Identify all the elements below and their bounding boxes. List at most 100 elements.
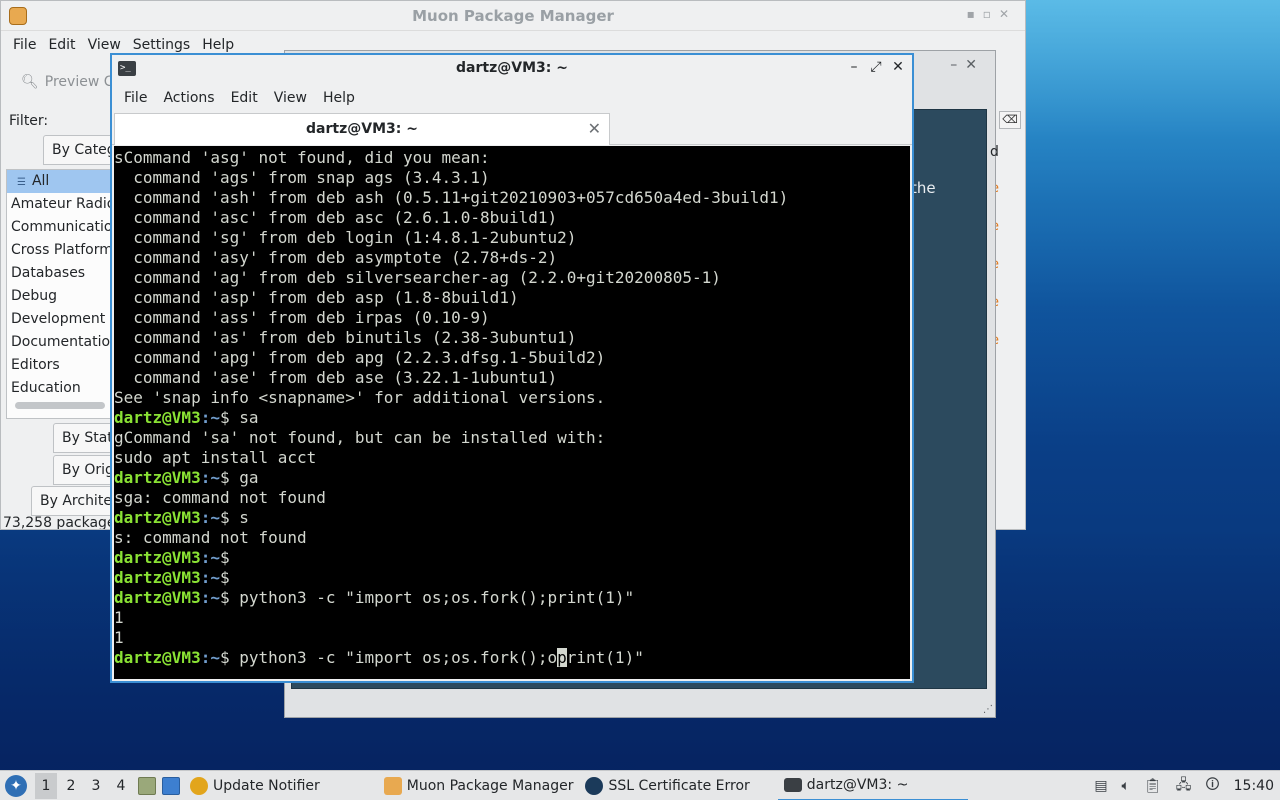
terminal-menu-actions[interactable]: Actions — [163, 90, 214, 106]
clear-icon[interactable]: ⌫ — [999, 111, 1021, 129]
terminal-tab[interactable]: dartz@VM3: ~ ✕ — [114, 113, 610, 145]
category-list: ☰ All Amateur Radio Communication Cross P… — [6, 169, 126, 419]
show-desktop-icon[interactable] — [162, 776, 180, 795]
terminal-output[interactable]: sCommand 'asg' not found, did you mean: … — [114, 146, 910, 679]
prompt-path: :~ — [200, 468, 220, 487]
prompt-user: dartz@VM3 — [114, 588, 201, 607]
clock[interactable]: 15:40 — [1234, 778, 1274, 794]
terminal-output-line: command 'ag' from deb silversearcher-ag … — [114, 268, 721, 287]
prompt-path: :~ — [200, 408, 220, 427]
category-item[interactable]: Editors — [7, 354, 125, 377]
terminal-titlebar[interactable]: >_ dartz@VM3: ~ – ⤢ ✕ — [112, 55, 912, 83]
muon-window-title: Muon Package Manager — [412, 7, 614, 25]
muon-menu-help[interactable]: Help — [202, 37, 234, 53]
task-muon[interactable]: Muon Package Manager — [378, 771, 580, 800]
terminal-command-line: dartz@VM3:~$ s — [114, 508, 249, 527]
category-item[interactable]: Development — [7, 308, 125, 331]
file-manager-icon[interactable] — [138, 776, 156, 795]
muon-menu-settings[interactable]: Settings — [133, 37, 190, 53]
maximize-icon[interactable]: ⤢ — [870, 59, 882, 75]
terminal-menu-file[interactable]: File — [124, 90, 147, 106]
muon-menu-file[interactable]: File — [13, 37, 36, 53]
task-terminal[interactable]: dartz@VM3: ~ — [777, 771, 968, 800]
muon-window-controls[interactable]: ▪▫✕ — [967, 7, 1017, 21]
terminal-output-line: 1 — [114, 628, 124, 647]
update-notifier-icon — [190, 776, 208, 795]
terminal-command-line: dartz@VM3:~$ — [114, 568, 230, 587]
terminal-menu-view[interactable]: View — [274, 90, 307, 106]
volume-icon[interactable]: 🔈︎ — [1122, 778, 1130, 794]
network-icon[interactable]: 🖧︎ — [1176, 774, 1192, 798]
terminal-output-line: command 'ass' from deb irpas (0.10-9) — [114, 308, 490, 327]
category-horizontal-scrollbar[interactable] — [15, 402, 105, 409]
muon-partial-header: d — [990, 144, 999, 160]
search-icon: 🔍︎ — [21, 74, 39, 90]
muon-filter-label: Filter: — [9, 113, 49, 129]
notification-icon[interactable]: 🛈 — [1205, 774, 1219, 798]
start-menu-icon[interactable]: ✦ — [5, 774, 27, 797]
package-count-status: 73,258 packages — [3, 515, 123, 530]
task-label: Muon Package Manager — [406, 777, 574, 794]
clipboard-icon[interactable]: 📋︎ — [1144, 778, 1162, 794]
muon-menu-edit[interactable]: Edit — [48, 37, 75, 53]
category-item[interactable]: Communication — [7, 216, 125, 239]
terminal-output-line: command 'apg' from deb apg (2.2.3.dfsg.1… — [114, 348, 606, 367]
ssl-window-controls[interactable]: –✕ — [950, 57, 985, 73]
terminal-output-line: See 'snap info <snapname>' for additiona… — [114, 388, 606, 407]
terminal-output-line: 1 — [114, 608, 124, 627]
muon-preview-button[interactable]: 🔍︎ Preview C — [21, 74, 114, 90]
category-item[interactable]: Documentation — [7, 331, 125, 354]
category-item[interactable]: Amateur Radio — [7, 193, 125, 216]
muon-icon — [383, 776, 402, 795]
muon-menu-view[interactable]: View — [88, 37, 121, 53]
terminal-command-line: dartz@VM3:~$ — [114, 548, 230, 567]
terminal-tab-label: dartz@VM3: ~ — [306, 121, 418, 137]
terminal-window: >_ dartz@VM3: ~ – ⤢ ✕ File Actions Edit … — [110, 53, 914, 683]
prompt-path: :~ — [200, 648, 220, 667]
battery-icon[interactable]: ▤ — [1094, 778, 1107, 794]
text-cursor: p — [557, 648, 567, 667]
terminal-output-line: command 'asy' from deb asymptote (2.78+d… — [114, 248, 558, 267]
taskbar: ✦ 1 2 3 4 Update Notifier Muon Package M… — [0, 770, 1280, 800]
tab-by-architecture[interactable]: By Archite — [31, 486, 119, 516]
prompt-user: dartz@VM3 — [114, 548, 201, 567]
close-icon[interactable]: ✕ — [892, 59, 904, 75]
terminal-menu-edit[interactable]: Edit — [231, 90, 258, 106]
workspace-2[interactable]: 2 — [60, 773, 82, 799]
workspace-1[interactable]: 1 — [35, 772, 57, 799]
category-item[interactable]: Debug — [7, 285, 125, 308]
category-item-all[interactable]: ☰ All — [7, 170, 125, 193]
filter-icon: ☰ — [17, 177, 26, 188]
task-update-notifier[interactable]: Update Notifier — [184, 771, 326, 800]
category-item[interactable]: Databases — [7, 262, 125, 285]
muon-titlebar[interactable]: Muon Package Manager ▪▫✕ — [1, 1, 1025, 31]
minimize-icon[interactable]: – — [848, 59, 860, 75]
terminal-output-line: command 'ash' from deb ash (0.5.11+git20… — [114, 188, 789, 207]
terminal-output-line: command 'asc' from deb asc (2.6.1.0-8bui… — [114, 208, 558, 227]
prompt-user: dartz@VM3 — [114, 508, 201, 527]
prompt-path: :~ — [200, 568, 220, 587]
prompt-user: dartz@VM3 — [114, 408, 201, 427]
muon-preview-label: Preview C — [44, 74, 114, 90]
task-label: SSL Certificate Error — [608, 777, 750, 794]
terminal-command-line: dartz@VM3:~$ python3 -c "import os;os.fo… — [114, 588, 635, 607]
tab-by-category[interactable]: By Categ — [43, 135, 119, 165]
terminal-output-line: command 'ase' from deb ase (3.22.1-1ubun… — [114, 368, 558, 387]
terminal-menubar: File Actions Edit View Help — [112, 83, 912, 113]
task-ssl-error[interactable]: SSL Certificate Error — [579, 771, 755, 800]
terminal-menu-help[interactable]: Help — [323, 90, 355, 106]
terminal-current-input[interactable]: dartz@VM3:~$ python3 -c "import os;os.fo… — [114, 648, 910, 668]
workspace-4[interactable]: 4 — [110, 773, 132, 799]
resize-grip-icon[interactable]: ⋰ — [983, 704, 993, 715]
terminal-output-line: sCommand 'asg' not found, did you mean: — [114, 148, 490, 167]
terminal-window-title: dartz@VM3: ~ — [456, 60, 568, 76]
category-label: All — [31, 173, 50, 189]
terminal-output-line: sga: command not found — [114, 488, 326, 507]
terminal-output-line: sudo apt install acct — [114, 448, 317, 467]
workspace-3[interactable]: 3 — [85, 773, 107, 799]
category-item[interactable]: Cross Platform — [7, 239, 125, 262]
terminal-command-line: dartz@VM3:~$ ga — [114, 468, 259, 487]
category-item[interactable]: Education — [7, 377, 125, 400]
tab-close-icon[interactable]: ✕ — [588, 114, 601, 144]
system-tray: ▤ 🔈︎ 📋︎ 🖧︎ 🛈 15:40 — [1087, 771, 1280, 800]
